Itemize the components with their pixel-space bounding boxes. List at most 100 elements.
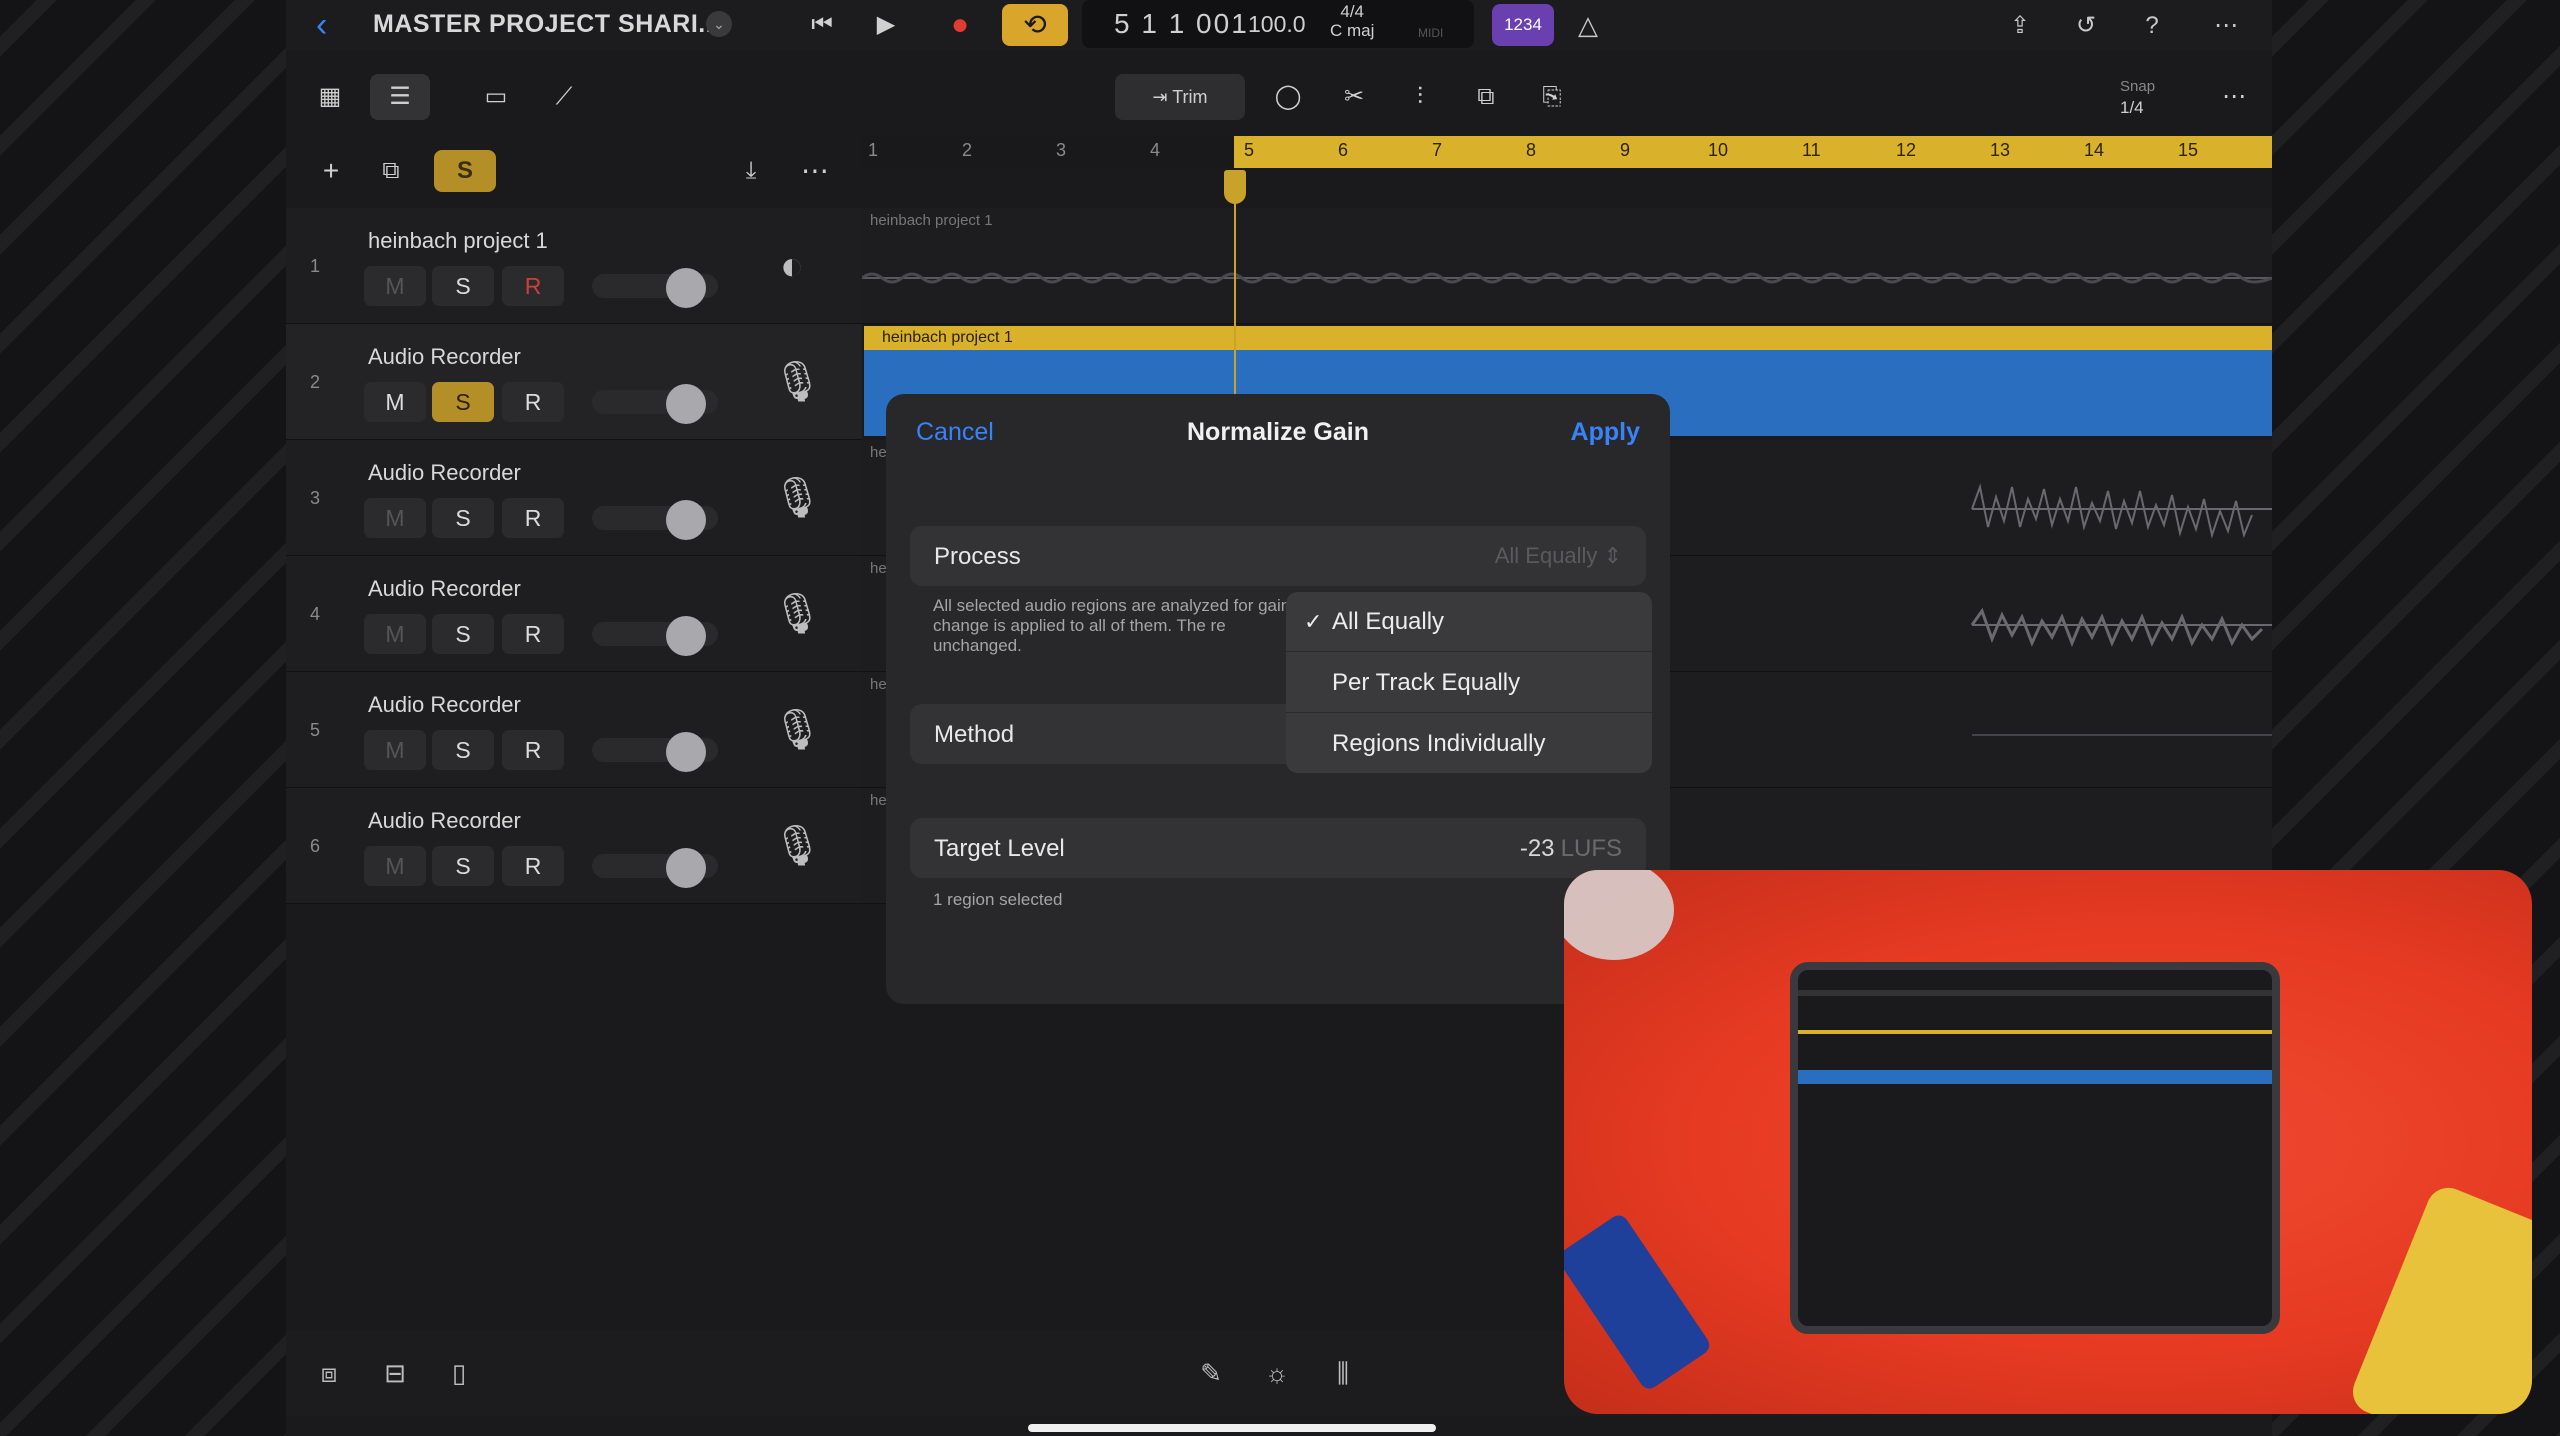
process-row[interactable]: Process All Equally ⇕ xyxy=(910,526,1646,586)
volume-knob[interactable] xyxy=(666,268,706,308)
track-number: 3 xyxy=(310,488,321,508)
ruler-bar-number: 10 xyxy=(1708,140,1729,160)
toolbar-more-icon[interactable]: ⋯ xyxy=(2206,74,2262,120)
record-button[interactable]: ● xyxy=(940,4,980,46)
volume-knob[interactable] xyxy=(666,732,706,772)
playhead-line[interactable] xyxy=(1234,170,1236,400)
trim-label: Trim xyxy=(1172,87,1208,107)
ipad-screen-region xyxy=(1798,1070,2272,1084)
solo-button[interactable]: S xyxy=(432,382,494,422)
rewind-button[interactable]: ⏮ xyxy=(802,4,842,46)
smart-controls-icon[interactable]: ☼ xyxy=(1254,1350,1300,1396)
solo-button[interactable]: S xyxy=(432,846,494,886)
method-label: Method xyxy=(934,721,1015,748)
mute-button[interactable]: M xyxy=(364,730,426,770)
share-icon[interactable]: ⇪ xyxy=(2000,6,2040,46)
loop-tool-icon[interactable]: ◯ xyxy=(1260,74,1316,120)
record-arm-button[interactable]: R xyxy=(502,266,564,306)
chevron-down-icon[interactable]: ⌄ xyxy=(706,11,732,37)
volume-knob[interactable] xyxy=(666,616,706,656)
record-arm-button[interactable]: R xyxy=(502,382,564,422)
record-arm-button[interactable]: R xyxy=(502,730,564,770)
automation-icon[interactable]: ⟋ xyxy=(534,74,594,120)
play-button[interactable]: ▶ xyxy=(866,4,906,46)
ruler-bar-number: 1 xyxy=(868,140,879,160)
home-indicator[interactable] xyxy=(1028,1424,1436,1432)
track-name: Audio Recorder xyxy=(368,460,521,485)
dialog-title: Normalize Gain xyxy=(1187,418,1369,446)
library-icon[interactable]: ⧈ xyxy=(306,1350,352,1396)
ruler-bar-number: 11 xyxy=(1802,140,1821,160)
cycle-button[interactable]: ⟲ xyxy=(1002,4,1068,46)
undo-history-icon[interactable]: ↺ xyxy=(2066,6,2106,46)
microphone-icon: 🎙 xyxy=(772,360,823,404)
solo-button[interactable]: S xyxy=(432,730,494,770)
split-tool-icon[interactable]: ✂ xyxy=(1326,74,1382,120)
trim-button[interactable]: ⇥ Trim xyxy=(1115,74,1245,120)
project-title[interactable]: MASTER PROJECT SHARI... xyxy=(373,10,721,39)
playhead-handle[interactable] xyxy=(1224,170,1246,204)
process-value[interactable]: All Equally ⇕ xyxy=(1495,543,1622,569)
paste-icon[interactable]: ⎘ xyxy=(1524,74,1580,120)
solo-button[interactable]: S xyxy=(432,266,494,306)
menu-item-per-track-equally[interactable]: Per Track Equally xyxy=(1286,653,1652,713)
target-level-field[interactable]: -23 LUFS xyxy=(1520,835,1622,863)
tracks-view-icon[interactable]: ☰ xyxy=(370,74,430,120)
volume-knob[interactable] xyxy=(666,384,706,424)
track-row[interactable]: 3 Audio Recorder M S R 🎙 xyxy=(286,440,862,556)
mute-button[interactable]: M xyxy=(364,382,426,422)
process-dropdown-menu: ✓ All Equally Per Track Equally Regions … xyxy=(1286,592,1652,773)
record-arm-button[interactable]: R xyxy=(502,846,564,886)
mute-button[interactable]: M xyxy=(364,266,426,306)
cycle-region[interactable] xyxy=(1234,136,2272,168)
copy-icon[interactable]: ⧉ xyxy=(1458,74,1514,120)
track-row[interactable]: 6 Audio Recorder M S R 🎙 xyxy=(286,788,862,904)
plugins-icon[interactable]: ▯ xyxy=(436,1350,482,1396)
track-number: 5 xyxy=(310,720,321,740)
record-arm-button[interactable]: R xyxy=(502,498,564,538)
background-pattern-left xyxy=(0,0,286,1436)
back-chevron-icon[interactable]: ‹ xyxy=(316,6,327,45)
snap-value[interactable]: 1/4 xyxy=(2120,98,2144,118)
region-label: he xyxy=(870,792,887,809)
volume-knob[interactable] xyxy=(666,848,706,888)
more-options-icon[interactable]: ⋯ xyxy=(2206,6,2246,46)
menu-item-all-equally[interactable]: ✓ All Equally xyxy=(1286,592,1652,652)
inspector-icon[interactable]: ⊟ xyxy=(372,1350,418,1396)
track-row[interactable]: 1 heinbach project 1 M S R ◐ xyxy=(286,208,862,324)
volume-knob[interactable] xyxy=(666,500,706,540)
lcd-display[interactable]: 5 1 1 001 100.0 4/4 C maj MIDI xyxy=(1082,0,1474,48)
import-icon[interactable]: ⤓ xyxy=(726,150,776,192)
global-solo-button[interactable]: S xyxy=(434,150,496,192)
target-level-row[interactable]: Target Level -23 LUFS xyxy=(910,818,1646,878)
help-icon[interactable]: ? xyxy=(2132,6,2172,46)
track-row[interactable]: 4 Audio Recorder M S R 🎙 xyxy=(286,556,862,672)
track-lane[interactable]: heinbach project 1 xyxy=(862,208,2272,324)
mute-button[interactable]: M xyxy=(364,498,426,538)
track-row[interactable]: 5 Audio Recorder M S R 🎙 xyxy=(286,672,862,788)
apply-button[interactable]: Apply xyxy=(1571,418,1640,447)
solo-button[interactable]: S xyxy=(432,498,494,538)
mixer-icon[interactable]: ⫼ xyxy=(1320,1350,1366,1396)
ruler-bar-number: 2 xyxy=(962,140,973,160)
region-label: heinbach project 1 xyxy=(882,329,1013,346)
browser-grid-icon[interactable]: ▦ xyxy=(300,74,360,120)
mute-button[interactable]: M xyxy=(364,614,426,654)
region-label: he xyxy=(870,560,887,577)
track-number: 4 xyxy=(310,604,321,624)
add-track-icon[interactable]: + xyxy=(306,150,356,192)
selected-region-header[interactable] xyxy=(864,326,2272,350)
mute-button[interactable]: M xyxy=(364,846,426,886)
track-header-more-icon[interactable]: ⋯ xyxy=(790,150,840,192)
track-row[interactable]: 2 Audio Recorder M S R 🎙 xyxy=(286,324,862,440)
pencil-icon[interactable]: ✎ xyxy=(1188,1350,1234,1396)
waveform xyxy=(862,272,2272,284)
solo-button[interactable]: S xyxy=(432,614,494,654)
join-tool-icon[interactable]: ⫶ xyxy=(1392,74,1448,120)
metronome-icon[interactable]: △ xyxy=(1568,4,1608,46)
count-in-button[interactable]: 1234 xyxy=(1492,4,1554,46)
record-arm-button[interactable]: R xyxy=(502,614,564,654)
editor-view-icon[interactable]: ▭ xyxy=(466,74,526,120)
menu-item-regions-individually[interactable]: Regions Individually xyxy=(1286,714,1652,773)
duplicate-track-icon[interactable]: ⧉ xyxy=(366,150,416,192)
